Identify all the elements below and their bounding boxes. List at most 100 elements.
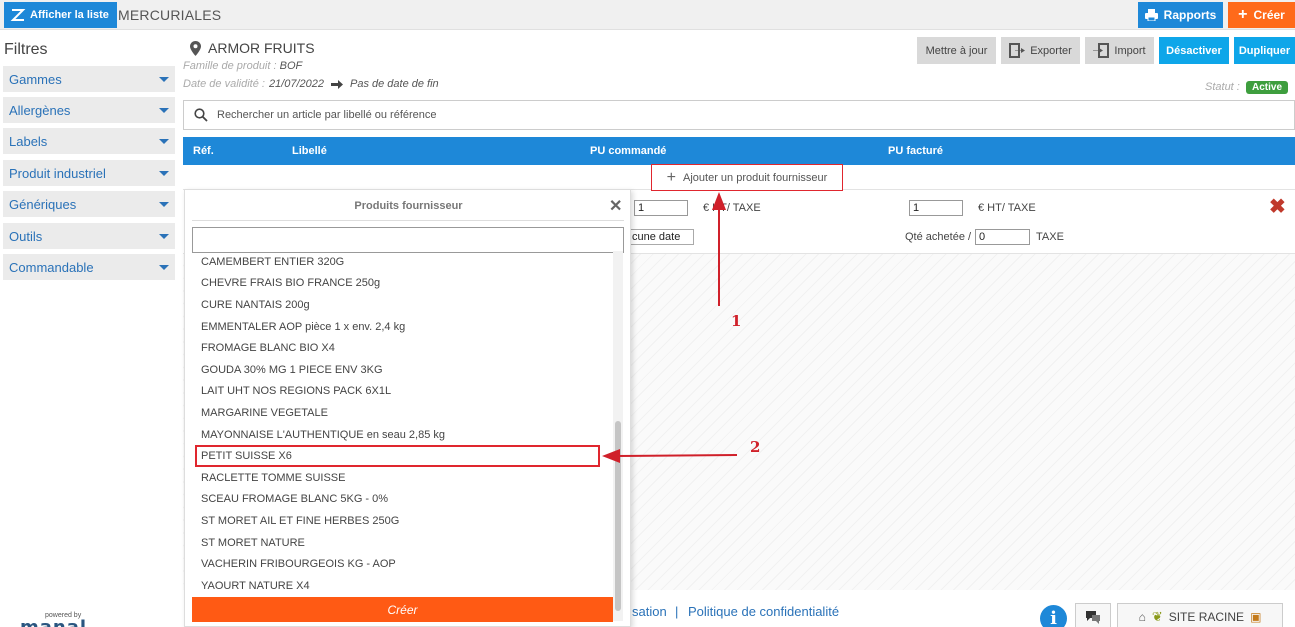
export-button[interactable]: Exporter — [1001, 37, 1080, 64]
scroll-thumb[interactable] — [615, 421, 621, 611]
chat-button[interactable] — [1075, 603, 1111, 627]
unit-invoiced: € HT/ TAXE — [978, 202, 1036, 214]
popup-scrollbar[interactable] — [613, 251, 623, 621]
list-item[interactable]: CAMEMBERT ENTIER 320G — [192, 251, 624, 273]
table-header: Réf. Libellé PU commandé PU facturé — [183, 137, 1295, 165]
popup-create-button[interactable]: Créer — [192, 597, 613, 622]
popup-divider — [192, 220, 624, 221]
list-item[interactable]: VACHERIN FRIBOURGEOIS KG - AOP — [192, 553, 624, 575]
status-badge: Active — [1246, 81, 1289, 94]
info-icon[interactable]: i — [1040, 605, 1067, 627]
tax-label: TAXE — [1036, 231, 1064, 243]
list-item[interactable]: ST MORET AIL ET FINE HERBES 250G — [192, 510, 624, 532]
validity-date: Date de validité : 21/07/2022 Pas de dat… — [183, 78, 439, 90]
filter-commandable[interactable]: Commandable — [3, 254, 175, 280]
date-input[interactable]: cune date — [628, 229, 694, 245]
qty-invoiced-input[interactable]: 1 — [909, 200, 963, 216]
reports-label: Rapports — [1163, 8, 1217, 22]
update-label: Mettre à jour — [925, 44, 988, 57]
list-item[interactable]: ST MORET NATURE — [192, 532, 624, 554]
supplier-title: ARMOR FRUITS — [190, 40, 315, 56]
plus-icon: + — [666, 168, 677, 186]
annotation-2: 2 — [750, 438, 761, 456]
caret-down-icon — [159, 201, 169, 207]
export-icon — [1009, 43, 1026, 58]
footer-link-partial[interactable]: sation — [632, 604, 667, 619]
import-label: Import — [1114, 44, 1146, 57]
duplicate-label: Dupliquer — [1238, 44, 1291, 57]
deactivate-label: Désactiver — [1166, 44, 1222, 57]
family-label: Famille de produit : — [183, 60, 277, 72]
supplier-name: ARMOR FRUITS — [208, 40, 315, 56]
printer-icon — [1144, 9, 1158, 21]
plus-icon: + — [1238, 6, 1248, 23]
site-root-button[interactable]: ⌂ ❦ SITE RACINE ▣ — [1117, 603, 1283, 627]
close-icon[interactable]: ✕ — [609, 196, 622, 216]
list-item[interactable]: FROMAGE BLANC BIO X4 — [192, 337, 624, 359]
filter-labels[interactable]: Labels — [3, 128, 175, 154]
product-list: CAMEMBERT ENTIER 320G CHEVRE FRAIS BIO F… — [192, 251, 624, 597]
family-value: BOF — [279, 60, 303, 72]
filter-label: Gammes — [9, 71, 62, 87]
filter-produit-industriel[interactable]: Produit industriel — [3, 160, 175, 186]
arrow-right-icon — [331, 79, 343, 89]
end-date: Pas de date de fin — [350, 78, 439, 90]
filter-label: Génériques — [9, 196, 77, 212]
map-pin-icon — [190, 40, 201, 56]
deactivate-button[interactable]: Désactiver — [1159, 37, 1229, 64]
sprout-icon: ❦ — [1151, 609, 1163, 624]
duplicate-button[interactable]: Dupliquer — [1234, 37, 1295, 64]
reports-button[interactable]: Rapports — [1138, 2, 1223, 28]
list-item[interactable]: SCEAU FROMAGE BLANC 5KG - 0% — [192, 489, 624, 511]
filters-title: Filtres — [4, 41, 48, 58]
product-family: Famille de produit : BOF — [183, 60, 302, 72]
caret-down-icon — [159, 233, 169, 239]
chat-icon — [1086, 611, 1100, 624]
app-title: MERCURIALES — [118, 7, 222, 23]
show-list-label: Afficher la liste — [30, 9, 109, 21]
list-item[interactable]: RACLETTE TOMME SUISSE — [192, 467, 624, 489]
list-item[interactable]: MARGARINE VEGETALE — [192, 402, 624, 424]
footer-separator: | — [675, 604, 679, 619]
import-button[interactable]: Import — [1085, 37, 1154, 64]
add-supplier-product-button[interactable]: + Ajouter un produit fournisseur — [651, 164, 843, 191]
filter-allergenes[interactable]: Allergènes — [3, 97, 175, 123]
delete-row-icon[interactable]: ✖ — [1269, 194, 1286, 219]
filter-outils[interactable]: Outils — [3, 223, 175, 249]
privacy-link[interactable]: Politique de confidentialité — [688, 604, 839, 619]
qty-ordered-input[interactable]: 1 — [634, 200, 688, 216]
list-item-highlighted[interactable]: PETIT SUISSE X6 — [195, 445, 600, 467]
list-item[interactable]: GOUDA 30% MG 1 PIECE ENV 3KG — [192, 359, 624, 381]
col-pu-invoiced: PU facturé — [888, 145, 944, 157]
import-icon — [1093, 43, 1110, 58]
create-top-button[interactable]: + Créer — [1228, 2, 1295, 28]
status-label: Statut : — [1205, 81, 1240, 93]
caret-down-icon — [159, 76, 169, 82]
validity-label: Date de validité : — [183, 78, 265, 90]
caret-down-icon — [159, 138, 169, 144]
col-pu-ordered: PU commandé — [590, 145, 667, 157]
caret-down-icon — [159, 170, 169, 176]
popup-search-input[interactable] — [192, 227, 624, 253]
popup-title: Produits fournisseur — [354, 200, 463, 212]
list-item[interactable]: CURE NANTAIS 200g — [192, 294, 624, 316]
unit-ordered: € HT/ TAXE — [703, 202, 761, 214]
list-item[interactable]: MAYONNAISE L'AUTHENTIQUE en seau 2,85 kg — [192, 424, 624, 446]
brand-logo: manal — [20, 617, 87, 627]
search-icon — [194, 108, 208, 122]
site-root-label: SITE RACINE — [1168, 610, 1245, 624]
caret-down-icon — [159, 107, 169, 113]
create-top-label: Créer — [1253, 8, 1285, 22]
qty-bought-label: Qté achetée / — [905, 231, 972, 243]
list-item[interactable]: YAOURT NATURE X4 — [192, 575, 624, 597]
filter-gammes[interactable]: Gammes — [3, 66, 175, 92]
list-item[interactable]: LAIT UHT NOS REGIONS PACK 6X1L — [192, 381, 624, 403]
caret-down-icon — [159, 264, 169, 270]
filter-generiques[interactable]: Génériques — [3, 191, 175, 217]
list-item[interactable]: EMMENTALER AOP pièce 1 x env. 2,4 kg — [192, 316, 624, 338]
qty-bought-input[interactable]: 0 — [975, 229, 1030, 245]
show-list-button[interactable]: Afficher la liste — [4, 2, 117, 28]
search-input[interactable] — [217, 109, 817, 121]
list-item[interactable]: CHEVRE FRAIS BIO FRANCE 250g — [192, 273, 624, 295]
update-button[interactable]: Mettre à jour — [917, 37, 996, 64]
